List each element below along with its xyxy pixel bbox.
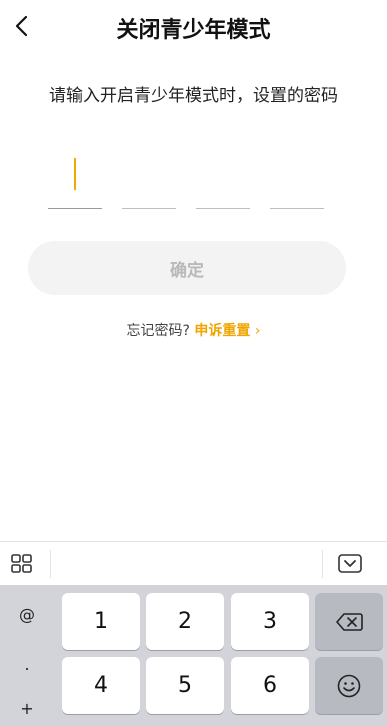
grid-icon[interactable] [10,553,34,575]
pin-input[interactable] [0,150,387,210]
symbol-key-plus[interactable]: + [0,699,54,718]
password-prompt: 请输入开启青少年模式时，设置的密码 [49,86,338,106]
keyboard-hide-icon[interactable] [336,552,364,576]
symbol-column[interactable]: @ . + [0,585,54,726]
appeal-reset-link[interactable]: 申诉重置 [194,323,250,339]
symbol-key-at[interactable]: @ [0,605,54,624]
forgot-password-row: 忘记密码? 申诉重置 › [0,320,387,340]
chevron-right-icon: › [254,323,261,339]
pin-digit-3[interactable] [196,150,250,209]
toolbar-divider [50,550,51,578]
numeric-keyboard: @ . + 1 2 3 4 5 6 [0,585,387,726]
key-5[interactable]: 5 [146,657,224,714]
pin-digit-4[interactable] [270,150,324,209]
emoji-icon [337,674,361,697]
forgot-password-text: 忘记密码? [126,323,190,339]
pin-digit-2[interactable] [122,150,176,209]
confirm-button[interactable]: 确定 [28,241,346,295]
toolbar-divider [322,550,323,578]
page-title: 关闭青少年模式 [116,18,271,43]
text-cursor [74,158,76,190]
symbol-key-dot[interactable]: . [0,655,54,674]
key-2[interactable]: 2 [146,593,224,650]
key-4[interactable]: 4 [62,657,140,714]
key-1[interactable]: 1 [62,593,140,650]
delete-key[interactable] [315,593,383,650]
keyboard-toolbar [0,541,387,586]
emoji-key[interactable] [315,657,383,714]
backspace-icon [336,612,363,631]
key-6[interactable]: 6 [231,657,309,714]
top-nav-bar: 关闭青少年模式 [0,0,387,52]
pin-digit-1[interactable] [48,150,102,209]
key-3[interactable]: 3 [231,593,309,650]
